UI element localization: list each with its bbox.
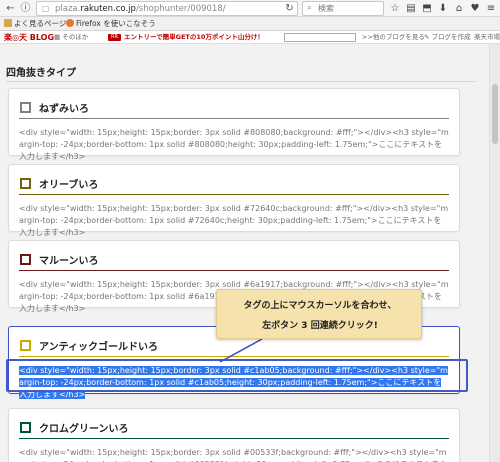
bookmark-label: よく見るページ [14,19,67,28]
reload-icon[interactable]: ↻ [283,2,296,15]
search-icon: ⌕ [307,3,313,13]
back-arrow-icon[interactable]: ← [4,2,17,15]
bookmark-item[interactable]: Firefox を使いこなそう [66,17,156,31]
section-title: 四角抜きタイプ [6,68,76,79]
blog-search-input[interactable] [284,33,356,42]
card-heading: オリーブいろ [19,173,449,195]
style-card-gray: ねずみいろ <div style="width: 15px;height: 15… [8,88,460,161]
other-services-link[interactable]: ▦ そのほか [54,31,88,44]
bookmark-label: Firefox を使いこなそう [76,19,156,28]
rakuten-blog-bar: 楽◎天 BLOG ▦ そのほか RR エントリーで簡単GETの10万ポイント山分… [0,31,500,44]
rakuten-blog-logo[interactable]: 楽◎天 BLOG [4,31,54,44]
reading-list-icon[interactable]: ▤ [404,2,418,15]
sync-icon[interactable]: ♥ [468,2,482,15]
card-title: クロムグリーンいろ [39,424,129,435]
section-divider [6,81,476,82]
bookmarks-toolbar: よく見るページ Firefox を使いこなそう [0,17,500,31]
card-title: アンティックゴールドいろ [39,342,158,353]
code-snippet[interactable]: <div style="width: 15px;height: 15px;bor… [19,447,449,462]
scroll-thumb[interactable] [492,84,498,144]
pocket-icon[interactable]: ⬒ [420,2,434,15]
style-card-chrome-green: クロムグリーンいろ <div style="width: 15px;height… [8,408,460,462]
home-icon[interactable]: ⌂ [452,2,466,15]
info-icon[interactable]: ⓘ [19,2,32,15]
menu-icon[interactable]: ≡ [484,2,498,15]
url-text: plaza.rakuten.co.jp/shophunter/009018/ [55,3,226,15]
other-blog-link[interactable]: >>他のブログを見る [362,31,425,44]
page-scrollbar[interactable] [489,44,500,462]
url-prefix: plaza. [55,4,81,14]
url-domain: rakuten.co.jp [80,4,136,14]
style-card-olive: オリーブいろ <div style="width: 15px;height: 1… [8,164,460,237]
card-title: ねずみいろ [39,104,89,115]
square-marker-icon [20,178,31,189]
browser-search-box[interactable]: ⌕ [302,1,384,16]
square-marker-icon [20,254,31,265]
browser-search-input[interactable] [318,3,380,14]
page-content: 四角抜きタイプ ねずみいろ <div style="width: 15px;he… [0,44,500,462]
folder-icon [4,19,12,27]
selection-highlight-frame [6,359,468,392]
create-blog-link[interactable]: ✎ ブログを作成 [424,31,471,44]
url-path: /shophunter/009018/ [135,4,226,14]
rakuten-market-link[interactable]: 楽天市場 [474,31,500,44]
code-snippet[interactable]: <div style="width: 15px;height: 15px;bor… [19,203,449,239]
code-snippet[interactable]: <div style="width: 15px;height: 15px;bor… [19,127,449,163]
card-heading: クロムグリーンいろ [19,417,449,439]
instruction-callout: タグの上にマウスカーソルを合わせ、 左ボタン 3 回連続クリック! [216,289,422,339]
callout-line-1: タグの上にマウスカーソルを合わせ、 [243,301,397,311]
page-icon: ▢ [42,4,50,13]
bookmark-star-icon[interactable]: ☆ [388,2,402,15]
promo-link[interactable]: エントリーで簡単GETの10万ポイント山分け！ [124,31,264,44]
browser-nav-bar: ← ⓘ ▢ plaza.rakuten.co.jp/shophunter/009… [0,0,500,17]
bookmark-item[interactable]: よく見るページ [4,17,66,31]
callout-line-2: 左ボタン 3 回連続クリック! [262,321,378,331]
url-bar[interactable]: ▢ plaza.rakuten.co.jp/shophunter/009018/… [36,1,298,16]
square-marker-icon [20,422,31,433]
ad-tag: RR [108,34,121,41]
firefox-icon [66,19,74,27]
card-heading: マルーンいろ [19,249,449,271]
square-marker-icon [20,102,31,113]
card-heading: ねずみいろ [19,97,449,119]
download-icon[interactable]: ⬇ [436,2,450,15]
card-title: マルーンいろ [39,256,99,267]
card-title: オリーブいろ [39,180,99,191]
square-marker-icon [20,340,31,351]
